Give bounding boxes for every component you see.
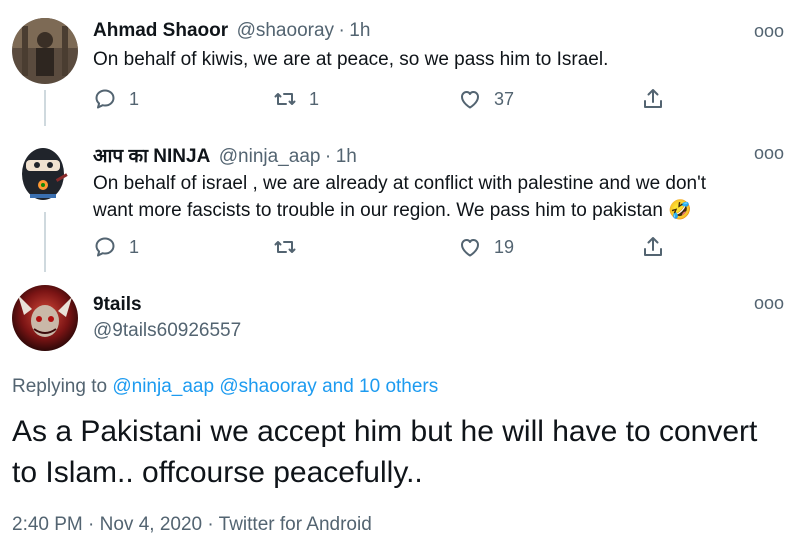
reply-icon bbox=[95, 237, 115, 257]
display-name[interactable]: आप का NINJA bbox=[93, 146, 210, 167]
more-icon[interactable]: ooo bbox=[754, 294, 784, 312]
like-button[interactable]: 19 bbox=[458, 235, 514, 259]
retweet-icon bbox=[274, 241, 296, 253]
display-name[interactable]: 9tails bbox=[93, 294, 142, 316]
retweet-button[interactable]: 1 bbox=[273, 87, 319, 111]
share-icon bbox=[644, 237, 662, 256]
thread-line bbox=[44, 90, 46, 126]
replying-to: Replying to @ninja_aap @shaooray and 10 … bbox=[12, 376, 438, 398]
tweet-time[interactable]: 1h bbox=[336, 146, 357, 167]
main-tweet-text-line-2: to Islam.. offcourse peacefully.. bbox=[12, 456, 423, 489]
share-icon bbox=[644, 89, 662, 108]
laughing-emoji-icon: 🤣 bbox=[668, 200, 692, 221]
reply-count: 1 bbox=[129, 88, 140, 109]
reply-count: 1 bbox=[129, 236, 140, 257]
reply-button[interactable]: 1 bbox=[93, 87, 139, 111]
separator-dot: · bbox=[338, 20, 345, 41]
more-icon[interactable]: ooo bbox=[754, 144, 784, 162]
tweet-text-line-2: want more fascists to trouble in our reg… bbox=[93, 197, 692, 225]
tweet-timestamp[interactable]: 2:40 PM · Nov 4, 2020 · Twitter for Andr… bbox=[12, 514, 372, 536]
thread-line bbox=[44, 212, 46, 272]
heart-icon bbox=[461, 91, 479, 109]
retweet-icon bbox=[274, 93, 296, 105]
tweet-text-line-1: On behalf of israel , we are already at … bbox=[93, 173, 707, 194]
more-icon[interactable]: ooo bbox=[754, 22, 784, 40]
avatar[interactable] bbox=[12, 140, 78, 206]
replying-to-link[interactable]: @ninja_aap bbox=[112, 376, 214, 397]
display-name[interactable]: Ahmad Shaoor bbox=[93, 20, 228, 41]
replying-to-others-link[interactable]: and 10 others bbox=[322, 376, 438, 397]
tweet-header: आप का NINJA @ninja_aap · 1h bbox=[93, 142, 357, 168]
share-button[interactable] bbox=[641, 87, 665, 111]
like-count: 19 bbox=[494, 236, 515, 257]
retweet-count: 1 bbox=[309, 88, 320, 109]
heart-icon bbox=[461, 239, 479, 257]
replying-to-label: Replying to bbox=[12, 376, 108, 397]
reply-icon bbox=[95, 89, 115, 109]
replying-to-link[interactable]: @shaooray bbox=[219, 376, 316, 397]
tweet-time[interactable]: 1h bbox=[349, 20, 370, 41]
main-tweet-text-line-1: As a Pakistani we accept him but he will… bbox=[12, 415, 758, 448]
tweet-text: On behalf of kiwis, we are at peace, so … bbox=[93, 49, 609, 70]
avatar[interactable] bbox=[12, 18, 78, 84]
avatar[interactable] bbox=[12, 285, 78, 351]
user-handle[interactable]: @ninja_aap bbox=[219, 146, 321, 167]
like-button[interactable]: 37 bbox=[458, 87, 514, 111]
separator-dot: · bbox=[324, 146, 332, 167]
share-button[interactable] bbox=[641, 235, 665, 259]
tweet-text-line-2-text: want more fascists to trouble in our reg… bbox=[93, 200, 663, 221]
tweet-header: Ahmad Shaoor @shaooray · 1h bbox=[93, 20, 370, 42]
like-count: 37 bbox=[494, 88, 515, 109]
user-handle[interactable]: @9tails60926557 bbox=[93, 320, 241, 342]
user-handle[interactable]: @shaooray bbox=[237, 20, 334, 41]
retweet-button[interactable] bbox=[273, 235, 297, 259]
reply-button[interactable]: 1 bbox=[93, 235, 139, 259]
